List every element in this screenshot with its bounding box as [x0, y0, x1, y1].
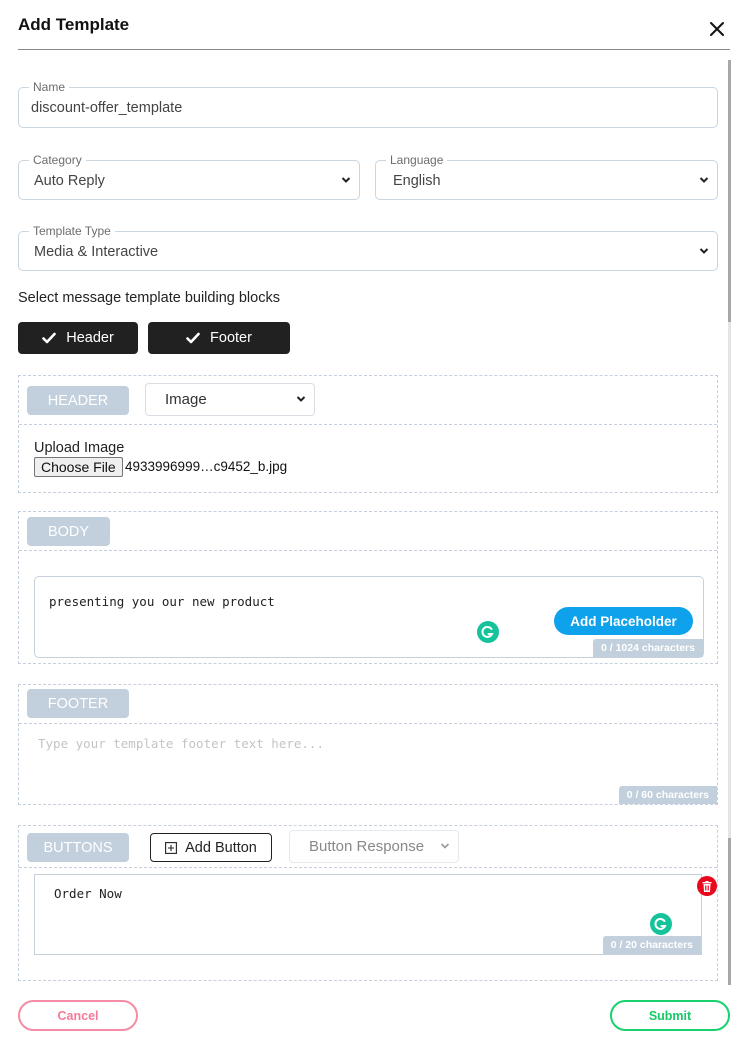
name-field[interactable]: Name discount-offer_template: [18, 80, 718, 128]
header-toggle[interactable]: Header: [18, 322, 138, 354]
check-icon: [42, 332, 57, 344]
header-section-head: HEADER Image: [19, 376, 717, 425]
plus-square-icon: [165, 841, 178, 854]
button-text-input[interactable]: Order Now 0 / 20 characters: [34, 874, 702, 955]
chevron-down-icon: [341, 177, 351, 183]
cancel-button[interactable]: Cancel: [18, 1000, 138, 1031]
scrollbar-segment: [728, 838, 731, 985]
name-input[interactable]: discount-offer_template: [31, 100, 182, 116]
dialog-title: Add Template: [18, 15, 130, 34]
buttons-section-head: BUTTONS Add Button Button Response: [19, 826, 717, 868]
category-label: Category: [29, 153, 86, 167]
close-icon: [710, 22, 724, 36]
footer-toggle-label: Footer: [210, 330, 252, 346]
add-button-button[interactable]: Add Button: [150, 833, 272, 862]
add-placeholder-button[interactable]: Add Placeholder: [554, 607, 693, 635]
button-text: Order Now: [54, 886, 122, 901]
scrollbar-thumb[interactable]: [728, 60, 731, 322]
button-response-select[interactable]: Button Response: [289, 830, 459, 863]
footer-textarea[interactable]: Type your template footer text here...: [38, 736, 324, 751]
body-textarea[interactable]: presenting you our new product Add Place…: [34, 576, 704, 658]
button-response-value: Button Response: [309, 838, 425, 855]
building-blocks-label: Select message template building blocks: [18, 290, 280, 306]
category-select[interactable]: Category Auto Reply: [18, 153, 360, 200]
buttons-section: BUTTONS Add Button Button Response Order…: [18, 825, 718, 981]
header-divider: [18, 49, 730, 50]
footer-char-counter: 0 / 60 characters: [618, 786, 717, 804]
footer-section: FOOTER Type your template footer text he…: [18, 684, 718, 805]
header-media-type-value: Image: [165, 391, 207, 408]
buttons-tag: BUTTONS: [27, 833, 129, 862]
submit-button[interactable]: Submit: [610, 1000, 730, 1031]
grammarly-icon[interactable]: [477, 621, 499, 643]
chevron-down-icon: [699, 177, 709, 183]
check-icon: [186, 332, 200, 344]
language-select[interactable]: Language English: [375, 153, 718, 200]
body-section: BODY presenting you our new product Add …: [18, 511, 718, 664]
body-section-head: BODY: [19, 512, 717, 551]
selected-file-name: 4933996999…c9452_b.jpg: [125, 459, 288, 474]
button-char-counter: 0 / 20 characters: [602, 936, 701, 954]
close-button[interactable]: [706, 18, 728, 40]
category-value: Auto Reply: [34, 173, 105, 189]
name-label: Name: [29, 80, 70, 94]
body-char-counter: 0 / 1024 characters: [593, 639, 703, 657]
header-section: HEADER Image Upload Image Choose File 49…: [18, 375, 718, 493]
trash-icon: [702, 880, 712, 892]
footer-toggle[interactable]: Footer: [148, 322, 290, 354]
footer-tag: FOOTER: [27, 689, 129, 718]
header-tag: HEADER: [27, 386, 129, 415]
choose-file-button[interactable]: Choose File: [34, 457, 123, 477]
body-text: presenting you our new product: [49, 594, 275, 609]
header-media-type-select[interactable]: Image: [145, 383, 315, 416]
upload-image-label: Upload Image: [34, 440, 125, 456]
grammarly-icon[interactable]: [650, 913, 672, 935]
language-value: English: [393, 173, 441, 189]
template-type-select[interactable]: Template Type Media & Interactive: [18, 224, 718, 271]
template-type-label: Template Type: [29, 224, 115, 238]
language-label: Language: [386, 153, 448, 167]
chevron-down-icon: [699, 248, 709, 254]
header-toggle-label: Header: [66, 330, 114, 346]
template-type-value: Media & Interactive: [34, 244, 159, 260]
body-tag: BODY: [27, 517, 110, 546]
footer-section-head: FOOTER: [19, 685, 717, 724]
chevron-down-icon: [440, 843, 450, 849]
add-button-label: Add Button: [185, 839, 257, 856]
delete-button[interactable]: [697, 876, 717, 896]
chevron-down-icon: [296, 396, 306, 402]
